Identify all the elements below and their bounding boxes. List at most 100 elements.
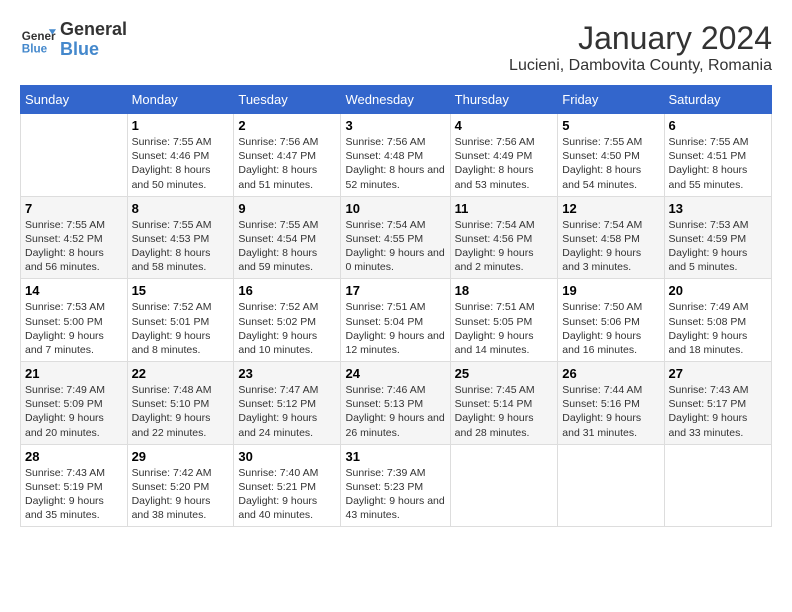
header-row: SundayMondayTuesdayWednesdayThursdayFrid…: [21, 86, 772, 114]
day-info: Sunrise: 7:51 AMSunset: 5:05 PMDaylight:…: [455, 300, 554, 357]
logo-brand1: General: [60, 20, 127, 40]
day-number: 20: [669, 283, 767, 298]
day-number: 12: [562, 201, 659, 216]
calendar-body: 1 Sunrise: 7:55 AMSunset: 4:46 PMDaylight…: [21, 114, 772, 527]
day-info: Sunrise: 7:43 AMSunset: 5:17 PMDaylight:…: [669, 383, 767, 440]
calendar-cell: [558, 444, 664, 527]
day-info: Sunrise: 7:55 AMSunset: 4:54 PMDaylight:…: [238, 218, 336, 275]
logo-brand2: Blue: [60, 40, 127, 60]
weekday-header: Thursday: [450, 86, 558, 114]
calendar-cell: 13Sunrise: 7:53 AMSunset: 4:59 PMDayligh…: [664, 196, 771, 279]
day-number: 29: [132, 449, 230, 464]
calendar-week-row: 21 Sunrise: 7:49 AMSunset: 5:09 PMDayligh…: [21, 362, 772, 445]
calendar-cell: 28 Sunrise: 7:43 AMSunset: 5:19 PMDayligh…: [21, 444, 128, 527]
calendar-cell: 2Sunrise: 7:56 AMSunset: 4:47 PMDaylight…: [234, 114, 341, 197]
day-info: Sunrise: 7:50 AMSunset: 5:06 PMDaylight:…: [562, 300, 659, 357]
day-number: 14: [25, 283, 123, 298]
day-info: Sunrise: 7:56 AMSunset: 4:48 PMDaylight:…: [345, 135, 445, 192]
logo-text: General Blue: [60, 20, 127, 60]
day-number: 16: [238, 283, 336, 298]
calendar-cell: 16Sunrise: 7:52 AMSunset: 5:02 PMDayligh…: [234, 279, 341, 362]
day-info: Sunrise: 7:45 AMSunset: 5:14 PMDaylight:…: [455, 383, 554, 440]
calendar-week-row: 1 Sunrise: 7:55 AMSunset: 4:46 PMDaylight…: [21, 114, 772, 197]
day-number: 22: [132, 366, 230, 381]
calendar-cell: 20 Sunrise: 7:49 AMSunset: 5:08 PMDayligh…: [664, 279, 771, 362]
calendar-week-row: 7Sunrise: 7:55 AMSunset: 4:52 PMDaylight…: [21, 196, 772, 279]
calendar-cell: 9 Sunrise: 7:55 AMSunset: 4:54 PMDaylight…: [234, 196, 341, 279]
day-info: Sunrise: 7:55 AMSunset: 4:51 PMDaylight:…: [669, 135, 767, 192]
day-info: Sunrise: 7:52 AMSunset: 5:01 PMDaylight:…: [132, 300, 230, 357]
calendar-cell: 17Sunrise: 7:51 AMSunset: 5:04 PMDayligh…: [341, 279, 450, 362]
day-info: Sunrise: 7:42 AMSunset: 5:20 PMDaylight:…: [132, 466, 230, 523]
calendar-cell: 31 Sunrise: 7:39 AMSunset: 5:23 PMDayligh…: [341, 444, 450, 527]
day-info: Sunrise: 7:44 AMSunset: 5:16 PMDaylight:…: [562, 383, 659, 440]
weekday-header: Monday: [127, 86, 234, 114]
calendar-cell: 4Sunrise: 7:56 AMSunset: 4:49 PMDaylight…: [450, 114, 558, 197]
day-number: 21: [25, 366, 123, 381]
subtitle: Lucieni, Dambovita County, Romania: [509, 57, 772, 75]
page-header: General Blue General Blue January 2024 L…: [20, 20, 772, 75]
day-info: Sunrise: 7:56 AMSunset: 4:47 PMDaylight:…: [238, 135, 336, 192]
day-info: Sunrise: 7:49 AMSunset: 5:09 PMDaylight:…: [25, 383, 123, 440]
calendar-cell: [664, 444, 771, 527]
calendar-header: SundayMondayTuesdayWednesdayThursdayFrid…: [21, 86, 772, 114]
calendar-cell: 5 Sunrise: 7:55 AMSunset: 4:50 PMDaylight…: [558, 114, 664, 197]
day-info: Sunrise: 7:55 AMSunset: 4:46 PMDaylight:…: [132, 135, 230, 192]
day-number: 30: [238, 449, 336, 464]
calendar-cell: 29 Sunrise: 7:42 AMSunset: 5:20 PMDayligh…: [127, 444, 234, 527]
day-number: 9: [238, 201, 336, 216]
calendar-cell: 14 Sunrise: 7:53 AMSunset: 5:00 PMDayligh…: [21, 279, 128, 362]
weekday-header: Saturday: [664, 86, 771, 114]
calendar-cell: 11 Sunrise: 7:54 AMSunset: 4:56 PMDayligh…: [450, 196, 558, 279]
day-info: Sunrise: 7:53 AMSunset: 5:00 PMDaylight:…: [25, 300, 123, 357]
day-number: 23: [238, 366, 336, 381]
day-number: 28: [25, 449, 123, 464]
weekday-header: Friday: [558, 86, 664, 114]
day-info: Sunrise: 7:39 AMSunset: 5:23 PMDaylight:…: [345, 466, 445, 523]
calendar-cell: 26Sunrise: 7:44 AMSunset: 5:16 PMDayligh…: [558, 362, 664, 445]
calendar-cell: 15Sunrise: 7:52 AMSunset: 5:01 PMDayligh…: [127, 279, 234, 362]
calendar-cell: 10 Sunrise: 7:54 AMSunset: 4:55 PMDayligh…: [341, 196, 450, 279]
day-number: 17: [345, 283, 445, 298]
day-number: 3: [345, 118, 445, 133]
weekday-header: Tuesday: [234, 86, 341, 114]
day-number: 24: [345, 366, 445, 381]
main-title: January 2024: [509, 20, 772, 57]
day-info: Sunrise: 7:55 AMSunset: 4:52 PMDaylight:…: [25, 218, 123, 275]
calendar-cell: 12 Sunrise: 7:54 AMSunset: 4:58 PMDayligh…: [558, 196, 664, 279]
day-info: Sunrise: 7:54 AMSunset: 4:55 PMDaylight:…: [345, 218, 445, 275]
calendar-cell: 6 Sunrise: 7:55 AMSunset: 4:51 PMDaylight…: [664, 114, 771, 197]
day-number: 31: [345, 449, 445, 464]
day-info: Sunrise: 7:55 AMSunset: 4:50 PMDaylight:…: [562, 135, 659, 192]
weekday-header: Wednesday: [341, 86, 450, 114]
day-info: Sunrise: 7:56 AMSunset: 4:49 PMDaylight:…: [455, 135, 554, 192]
day-number: 6: [669, 118, 767, 133]
calendar-cell: 1 Sunrise: 7:55 AMSunset: 4:46 PMDaylight…: [127, 114, 234, 197]
day-info: Sunrise: 7:55 AMSunset: 4:53 PMDaylight:…: [132, 218, 230, 275]
day-number: 1: [132, 118, 230, 133]
day-number: 11: [455, 201, 554, 216]
calendar-cell: [450, 444, 558, 527]
day-info: Sunrise: 7:48 AMSunset: 5:10 PMDaylight:…: [132, 383, 230, 440]
day-info: Sunrise: 7:49 AMSunset: 5:08 PMDaylight:…: [669, 300, 767, 357]
calendar-cell: 19 Sunrise: 7:50 AMSunset: 5:06 PMDayligh…: [558, 279, 664, 362]
svg-text:Blue: Blue: [22, 42, 48, 55]
day-number: 19: [562, 283, 659, 298]
day-info: Sunrise: 7:40 AMSunset: 5:21 PMDaylight:…: [238, 466, 336, 523]
day-number: 5: [562, 118, 659, 133]
day-info: Sunrise: 7:47 AMSunset: 5:12 PMDaylight:…: [238, 383, 336, 440]
day-number: 27: [669, 366, 767, 381]
calendar-week-row: 28 Sunrise: 7:43 AMSunset: 5:19 PMDayligh…: [21, 444, 772, 527]
calendar-table: SundayMondayTuesdayWednesdayThursdayFrid…: [20, 85, 772, 527]
day-number: 10: [345, 201, 445, 216]
calendar-cell: [21, 114, 128, 197]
day-info: Sunrise: 7:43 AMSunset: 5:19 PMDaylight:…: [25, 466, 123, 523]
day-info: Sunrise: 7:46 AMSunset: 5:13 PMDaylight:…: [345, 383, 445, 440]
calendar-week-row: 14 Sunrise: 7:53 AMSunset: 5:00 PMDayligh…: [21, 279, 772, 362]
day-number: 18: [455, 283, 554, 298]
day-info: Sunrise: 7:54 AMSunset: 4:58 PMDaylight:…: [562, 218, 659, 275]
calendar-cell: 23 Sunrise: 7:47 AMSunset: 5:12 PMDayligh…: [234, 362, 341, 445]
calendar-cell: 25Sunrise: 7:45 AMSunset: 5:14 PMDayligh…: [450, 362, 558, 445]
day-info: Sunrise: 7:54 AMSunset: 4:56 PMDaylight:…: [455, 218, 554, 275]
logo-icon: General Blue: [20, 22, 56, 58]
